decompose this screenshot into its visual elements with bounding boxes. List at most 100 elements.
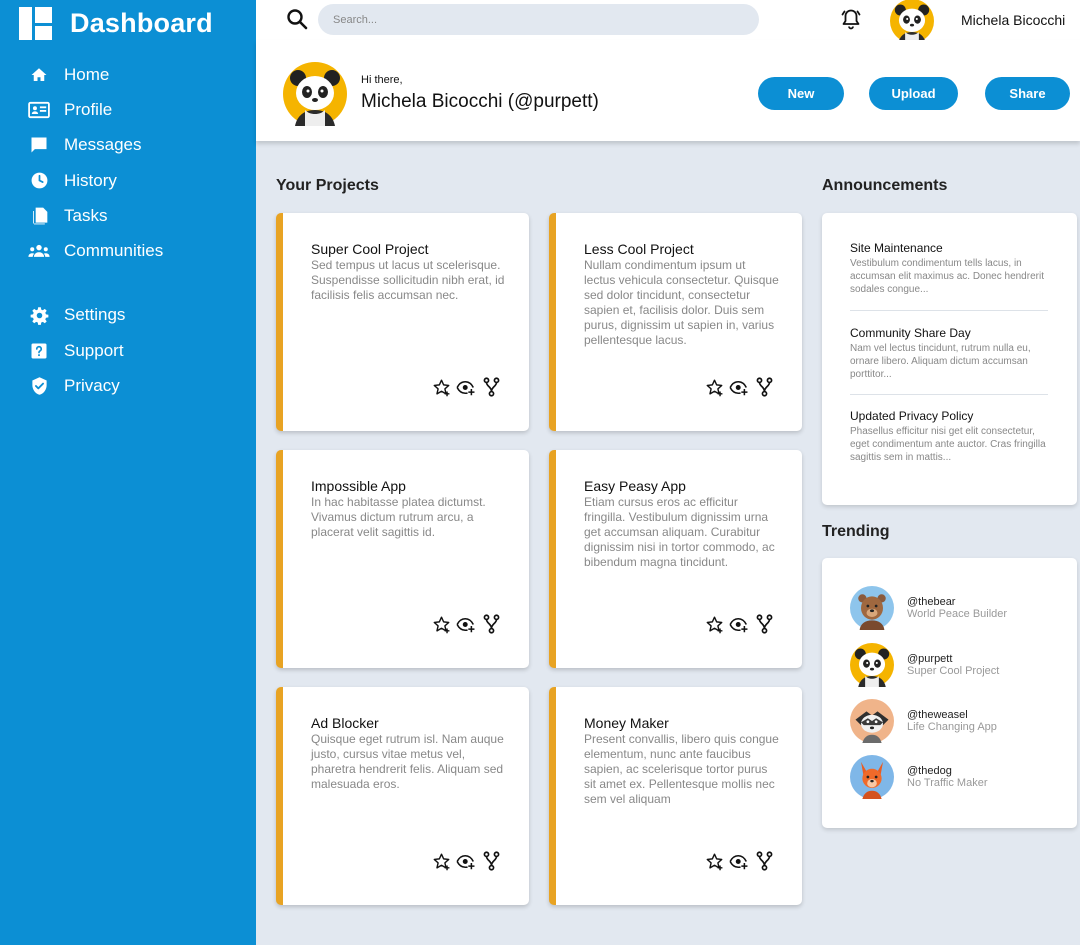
trending-subtitle: Life Changing App [907,721,997,733]
announcement-desc: Phasellus efficitur nisi get elit consec… [850,426,1046,463]
upload-button[interactable]: Upload [869,77,958,110]
sidebar-nav: Home Profile Messages History Tasks Comm… [0,57,256,404]
dog-avatar [850,755,894,799]
trending-item[interactable]: @thedog No Traffic Maker [850,755,988,799]
help-icon [28,340,50,362]
trending-item[interactable]: @thebear World Peace Builder [850,586,1007,630]
sidebar-item-communities[interactable]: Communities [0,233,256,268]
shield-icon [28,375,50,397]
project-description: Quisque eget rutrum isl. Nam auque justo… [311,732,504,791]
project-card[interactable]: Less Cool Project Nullam condimentum ipsu… [549,213,802,431]
sidebar-item-label: Home [64,64,110,84]
star-add-icon[interactable] [704,614,724,634]
sidebar-item-label: Support [64,340,124,360]
project-actions [431,614,501,634]
sidebar-item-profile[interactable]: Profile [0,92,256,127]
fork-icon[interactable] [754,614,774,634]
watch-add-icon[interactable] [456,614,476,634]
sidebar-item-support[interactable]: Support [0,333,256,368]
star-add-icon[interactable] [704,377,724,397]
trending-subtitle: World Peace Builder [907,608,1008,620]
watch-add-icon[interactable] [729,851,749,871]
trending-subtitle: Super Cool Project [907,665,1000,677]
project-title: Money Maker [584,715,669,731]
fork-icon[interactable] [754,851,774,871]
sidebar-item-label: Messages [64,135,142,155]
search-icon[interactable] [285,7,309,31]
trending-handle: @purpett [907,653,953,665]
user-avatar[interactable] [890,0,934,43]
sidebar-item-home[interactable]: Home [0,57,256,92]
project-card[interactable]: Super Cool Project Sed tempus ut lacus ut… [276,213,529,431]
top-bar: Michela Bicocchi [256,0,1080,43]
watch-add-icon[interactable] [456,377,476,397]
watch-add-icon[interactable] [456,851,476,871]
bell-icon[interactable] [839,7,863,31]
panda-avatar [850,643,894,687]
sidebar: Dashboard Home Profile Messages History … [0,0,256,945]
project-title: Easy Peasy App [584,478,686,494]
project-description: Present convallis, libero quis congue el… [584,732,779,806]
star-add-icon[interactable] [431,377,451,397]
project-card[interactable]: Impossible App In hac habitasse platea di… [276,450,529,668]
clock-icon [28,170,50,192]
trending-handle: @theweasel [907,709,968,721]
announcement-item[interactable]: Site Maintenance Vestibulum condimentum … [850,241,1048,306]
fork-icon[interactable] [481,614,501,634]
fork-icon[interactable] [481,851,501,871]
trending-panel: @thebear World Peace Builder @purpett Su… [822,558,1077,828]
announcement-title: Site Maintenance [850,241,943,255]
trending-handle: @thebear [907,596,956,608]
people-icon [28,240,50,262]
search-input[interactable] [318,4,759,35]
project-description: In hac habitasse platea dictumst. Vivamu… [311,495,486,539]
sidebar-item-messages[interactable]: Messages [0,128,256,163]
announcement-item[interactable]: Updated Privacy Policy Phasellus efficit… [850,409,1048,474]
sidebar-item-history[interactable]: History [0,163,256,198]
fork-icon[interactable] [754,377,774,397]
project-description: Sed tempus ut lacus ut scelerisque. Susp… [311,258,505,302]
project-card[interactable]: Ad Blocker Quisque eget rutrum isl. Nam a… [276,687,529,905]
project-description: Nullam condimentum ipsum ut lectus vehic… [584,258,779,347]
project-actions [431,851,501,871]
star-add-icon[interactable] [431,614,451,634]
sidebar-item-label: Tasks [64,205,108,225]
project-title: Super Cool Project [311,241,429,257]
divider [850,394,1048,395]
sidebar-item-privacy[interactable]: Privacy [0,368,256,403]
trending-title: Trending [822,523,890,540]
announcement-item[interactable]: Community Share Day Nam vel lectus tinci… [850,326,1048,391]
project-title: Ad Blocker [311,715,379,731]
trending-subtitle: No Traffic Maker [907,777,988,789]
brand-title: Dashboard [70,8,213,38]
brand[interactable]: Dashboard [19,7,213,40]
project-card[interactable]: Easy Peasy App Etiam cursus eros ac effic… [549,450,802,668]
sidebar-item-label: Communities [64,241,164,261]
announcement-title: Updated Privacy Policy [850,409,974,423]
share-button[interactable]: Share [985,77,1070,110]
star-add-icon[interactable] [704,851,724,871]
documents-icon [28,205,50,227]
dashboard-logo-icon [19,7,52,40]
divider [850,310,1048,311]
star-add-icon[interactable] [431,851,451,871]
announcements-panel: Site Maintenance Vestibulum condimentum … [822,213,1077,505]
chat-icon [28,134,50,156]
fork-icon[interactable] [481,377,501,397]
new-button[interactable]: New [758,77,844,110]
trending-item[interactable]: @purpett Super Cool Project [850,643,999,687]
project-card[interactable]: Money Maker Present convallis, libero qui… [549,687,802,905]
watch-add-icon[interactable] [729,377,749,397]
sidebar-item-settings[interactable]: Settings [0,298,256,333]
announcement-desc: Nam vel lectus tincidunt, rutrum nulla e… [850,343,1031,380]
project-description: Etiam cursus eros ac efficitur fringilla… [584,495,775,569]
project-actions [704,851,774,871]
project-actions [431,377,501,397]
sidebar-item-tasks[interactable]: Tasks [0,198,256,233]
top-username[interactable]: Michela Bicocchi [961,12,1065,28]
watch-add-icon[interactable] [729,614,749,634]
announcement-title: Community Share Day [850,326,971,340]
trending-item[interactable]: @theweasel Life Changing App [850,699,997,743]
gear-icon [28,304,50,326]
